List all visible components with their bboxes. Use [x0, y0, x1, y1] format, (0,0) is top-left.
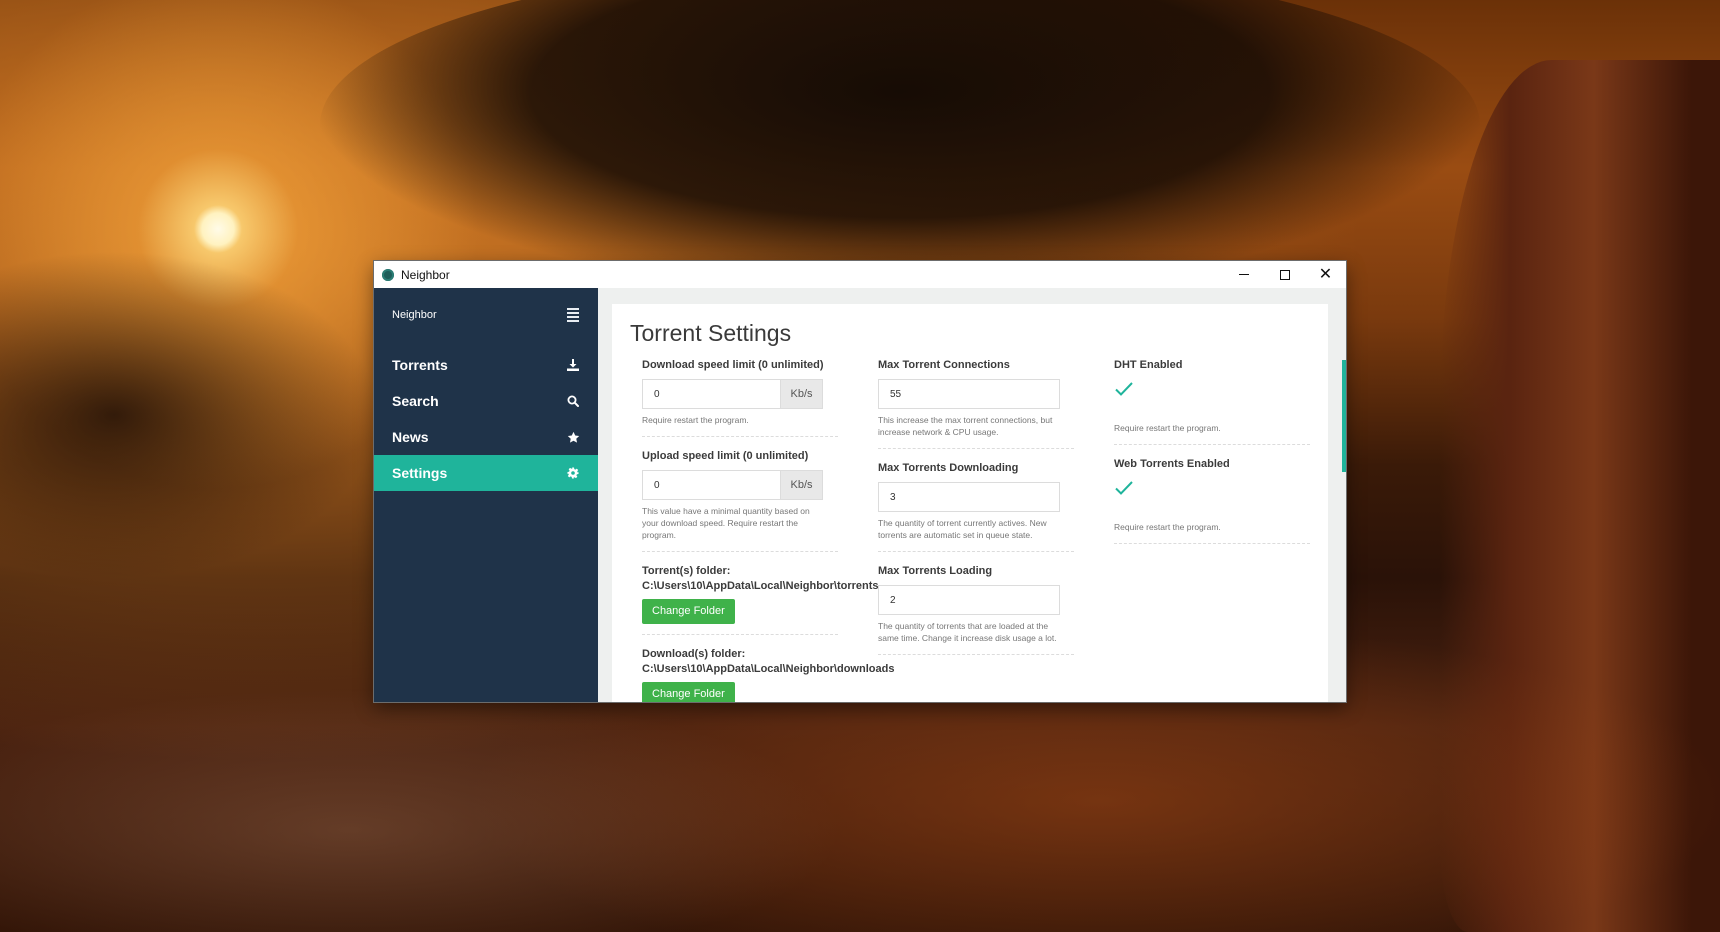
gear-icon — [566, 466, 580, 480]
web-torrents-label: Web Torrents Enabled — [1114, 458, 1230, 470]
max-connections-input[interactable] — [878, 379, 1060, 409]
settings-column-speed: Download speed limit (0 unlimited) Kb/s … — [642, 358, 895, 702]
max-downloading-label: Max Torrents Downloading — [878, 462, 1019, 474]
wallpaper-trees-left — [0, 250, 380, 580]
minimize-button[interactable] — [1223, 261, 1264, 288]
settings-panel: Torrent Settings Download speed limit (0… — [612, 304, 1328, 702]
sidebar-item-label: Torrents — [392, 357, 448, 373]
minimize-icon — [1238, 274, 1249, 275]
dht-label: DHT Enabled — [1114, 359, 1183, 371]
web-torrents-setting: Web Torrents Enabled Require restart the… — [1114, 457, 1310, 544]
close-button[interactable]: ✕ — [1305, 261, 1346, 288]
dht-checkbox[interactable] — [1114, 377, 1310, 401]
sidebar-item-label: Settings — [392, 465, 448, 481]
max-loading-input[interactable] — [878, 585, 1060, 615]
upload-limit-help: This value have a minimal quantity based… — [642, 506, 810, 540]
sidebar-header: Neighbor — [374, 288, 598, 342]
search-icon — [566, 394, 580, 408]
max-connections-setting: Max Torrent Connections This increase th… — [878, 358, 1074, 449]
upload-limit-input[interactable] — [642, 470, 780, 500]
download-limit-help: Require restart the program. — [642, 415, 749, 425]
window-controls: ✕ — [1223, 261, 1346, 288]
sidebar-brand: Neighbor — [392, 309, 437, 321]
checkmark-icon — [1115, 481, 1133, 495]
app-window: Neighbor ✕ Neighbor Torrents Search News… — [374, 261, 1346, 702]
max-loading-label: Max Torrents Loading — [878, 565, 993, 577]
torrent-folder-setting: Torrent(s) folder: C:\Users\10\AppData\L… — [642, 564, 879, 635]
download-limit-unit: Kb/s — [780, 379, 823, 409]
upload-limit-unit: Kb/s — [780, 470, 823, 500]
upload-limit-group: Kb/s — [642, 470, 823, 500]
max-connections-help: This increase the max torrent connection… — [878, 415, 1053, 437]
download-folder-setting: Download(s) folder: C:\Users\10\AppData\… — [642, 647, 895, 702]
web-torrents-help: Require restart the program. — [1114, 522, 1221, 532]
maximize-button[interactable] — [1264, 261, 1305, 288]
scrollbar-thumb[interactable] — [1342, 360, 1346, 472]
page-title: Torrent Settings — [630, 320, 792, 346]
app-body: Neighbor Torrents Search News Settings T… — [374, 288, 1346, 702]
download-folder-label: Download(s) folder: — [642, 648, 746, 660]
download-folder-path: C:\Users\10\AppData\Local\Neighbor\downl… — [642, 663, 895, 675]
checkmark-icon — [1115, 382, 1133, 396]
sidebar-nav: Torrents Search News Settings — [374, 347, 605, 491]
download-limit-group: Kb/s — [642, 379, 823, 409]
sidebar-item-label: News — [392, 429, 429, 445]
max-downloading-setting: Max Torrents Downloading The quantity of… — [878, 461, 1074, 552]
upload-limit-label: Upload speed limit (0 unlimited) — [642, 450, 809, 462]
max-loading-setting: Max Torrents Loading The quantity of tor… — [878, 564, 1074, 655]
wallpaper-tree-canopy — [320, 0, 1480, 290]
app-logo-icon — [382, 268, 394, 281]
hamburger-menu-icon[interactable] — [567, 308, 579, 322]
max-downloading-input[interactable] — [878, 482, 1060, 512]
max-connections-label: Max Torrent Connections — [878, 359, 1010, 371]
close-icon: ✕ — [1318, 265, 1333, 283]
torrent-folder-label: Torrent(s) folder: — [642, 565, 731, 577]
change-torrent-folder-button[interactable]: Change Folder — [642, 599, 735, 624]
star-icon — [566, 430, 580, 444]
sidebar-item-settings[interactable]: Settings — [374, 455, 605, 491]
torrent-folder-path: C:\Users\10\AppData\Local\Neighbor\torre… — [642, 580, 879, 592]
settings-column-queue: Max Torrent Connections This increase th… — [878, 358, 1074, 667]
settings-column-network: DHT Enabled Require restart the program.… — [1114, 358, 1310, 556]
dht-help: Require restart the program. — [1114, 423, 1221, 433]
web-torrents-checkbox[interactable] — [1114, 476, 1310, 500]
scrollbar[interactable] — [1340, 288, 1346, 702]
sidebar-item-search[interactable]: Search — [374, 383, 598, 419]
max-loading-help: The quantity of torrents that are loaded… — [878, 621, 1057, 643]
max-downloading-help: The quantity of torrent currently active… — [878, 518, 1047, 540]
sidebar-item-label: Search — [392, 393, 439, 409]
upload-limit-setting: Upload speed limit (0 unlimited) Kb/s Th… — [642, 449, 838, 552]
title-bar[interactable]: Neighbor ✕ — [374, 261, 1346, 288]
download-icon — [566, 358, 580, 372]
download-limit-setting: Download speed limit (0 unlimited) Kb/s … — [642, 358, 838, 437]
sidebar: Neighbor Torrents Search News Settings — [374, 288, 605, 702]
dht-setting: DHT Enabled Require restart the program. — [1114, 358, 1310, 445]
maximize-icon — [1279, 269, 1290, 280]
change-download-folder-button[interactable]: Change Folder — [642, 682, 735, 702]
sidebar-item-news[interactable]: News — [374, 419, 598, 455]
download-limit-input[interactable] — [642, 379, 780, 409]
main-area: Torrent Settings Download speed limit (0… — [598, 288, 1346, 702]
download-limit-label: Download speed limit (0 unlimited) — [642, 359, 824, 371]
sidebar-item-torrents[interactable]: Torrents — [374, 347, 598, 383]
window-title: Neighbor — [401, 267, 450, 282]
